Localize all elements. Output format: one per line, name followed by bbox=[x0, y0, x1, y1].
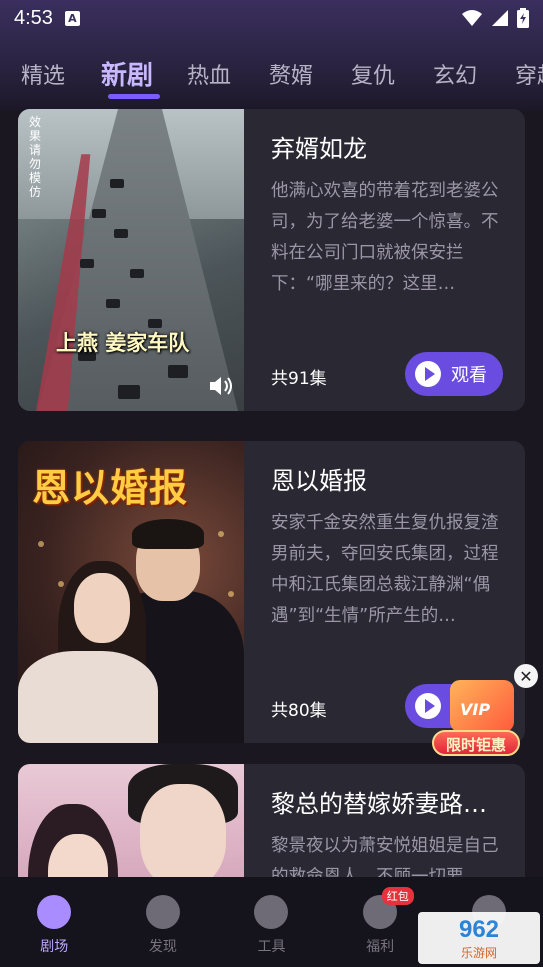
drama-card[interactable]: 黎总的替嫁娇妻路… 黎景夜以为萧安悦姐姐是自己的救命恩人，不顾一切要 bbox=[18, 764, 525, 877]
theater-icon bbox=[37, 895, 72, 929]
tab-fantasy[interactable]: 玄幻 bbox=[414, 52, 496, 90]
drama-poster[interactable]: 恩以婚报 bbox=[18, 441, 244, 743]
red-packet-badge: 红包 bbox=[381, 887, 414, 905]
watch-button[interactable]: 观看 bbox=[405, 352, 503, 396]
tab-time-travel[interactable]: 穿越 bbox=[496, 52, 543, 90]
tab-son-in-law[interactable]: 赘婿 bbox=[250, 52, 332, 90]
poster-title: 恩以婚报 bbox=[32, 466, 189, 510]
nav-label: 福利 bbox=[366, 939, 395, 955]
watch-label: 观看 bbox=[451, 365, 487, 386]
drama-description: 他满心欢喜的带着花到老婆公司，为了给老婆一个惊喜。不料在公司门口就被保安拦下：“… bbox=[271, 181, 499, 294]
nav-label: 工具 bbox=[257, 939, 286, 955]
drama-info: 黎总的替嫁娇妻路… 黎景夜以为萧安悦姐姐是自己的救命恩人，不顾一切要 bbox=[271, 764, 515, 877]
nav-discover[interactable]: 发现 bbox=[109, 877, 218, 967]
drama-poster[interactable]: 效果 请勿模仿 上燕 姜家车队 bbox=[18, 109, 244, 411]
episode-count: 共91集 bbox=[271, 369, 327, 389]
drama-poster[interactable] bbox=[18, 764, 244, 877]
nav-tools[interactable]: 工具 bbox=[217, 877, 326, 967]
drama-card[interactable]: 效果 请勿模仿 上燕 姜家车队 弃婿如龙 他满心欢喜的带着花到老婆公司，为了给老… bbox=[18, 109, 525, 411]
promo-banner: 限时钜惠 bbox=[432, 730, 520, 756]
notification-a-icon: A bbox=[64, 10, 80, 26]
poster-disclaimer: 效果 请勿模仿 bbox=[28, 115, 41, 199]
drama-info: 恩以婚报 安家千金安然重生复仇报复渣男前夫，夺回安氏集团，过程中和江氏集团总裁江… bbox=[271, 441, 515, 632]
drama-info: 弃婿如龙 他满心欢喜的带着花到老婆公司，为了给老婆一个惊喜。不料在公司门口就被保… bbox=[271, 109, 515, 300]
vip-label: VIP bbox=[460, 700, 491, 719]
status-bar: 4:53 A bbox=[0, 0, 543, 36]
drama-title[interactable]: 黎总的替嫁娇妻路… bbox=[271, 784, 515, 819]
battery-icon bbox=[517, 8, 529, 28]
nav-label: 发现 bbox=[148, 939, 177, 955]
status-icons bbox=[461, 8, 529, 28]
status-time: 4:53 bbox=[14, 6, 53, 29]
nav-label: 剧场 bbox=[40, 939, 69, 955]
watermark-site: 乐游网 bbox=[460, 945, 497, 960]
aperture-icon bbox=[254, 895, 289, 929]
signal-icon bbox=[492, 10, 508, 26]
vip-promo[interactable]: VIP 限时钜惠 bbox=[430, 676, 530, 758]
nav-theater[interactable]: 剧场 bbox=[0, 877, 109, 967]
episode-count: 共80集 bbox=[271, 701, 327, 721]
wifi-icon bbox=[462, 10, 482, 26]
category-tabs: 精选 新剧 热血 赘婿 复仇 玄幻 穿越 bbox=[0, 52, 543, 100]
play-icon bbox=[415, 361, 441, 387]
watermark-brand: 962 bbox=[458, 915, 500, 943]
drama-title[interactable]: 弃婿如龙 bbox=[271, 129, 515, 164]
poster-caption: 上燕 姜家车队 bbox=[56, 331, 190, 355]
planet-icon bbox=[145, 895, 180, 929]
speaker-icon[interactable] bbox=[208, 374, 234, 398]
drama-description: 安家千金安然重生复仇报复渣男前夫，夺回安氏集团，过程中和江氏集团总裁江静渊“偶遇… bbox=[271, 513, 499, 626]
tab-revenge[interactable]: 复仇 bbox=[332, 52, 414, 90]
tab-featured[interactable]: 精选 bbox=[0, 52, 86, 90]
site-watermark: 962 乐游网 bbox=[418, 912, 540, 964]
tab-new-dramas[interactable]: 新剧 bbox=[86, 52, 168, 99]
drama-description: 黎景夜以为萧安悦姐姐是自己的救命恩人，不顾一切要 bbox=[271, 836, 499, 877]
drama-title[interactable]: 恩以婚报 bbox=[271, 461, 515, 496]
tab-hot-blood[interactable]: 热血 bbox=[168, 52, 250, 90]
